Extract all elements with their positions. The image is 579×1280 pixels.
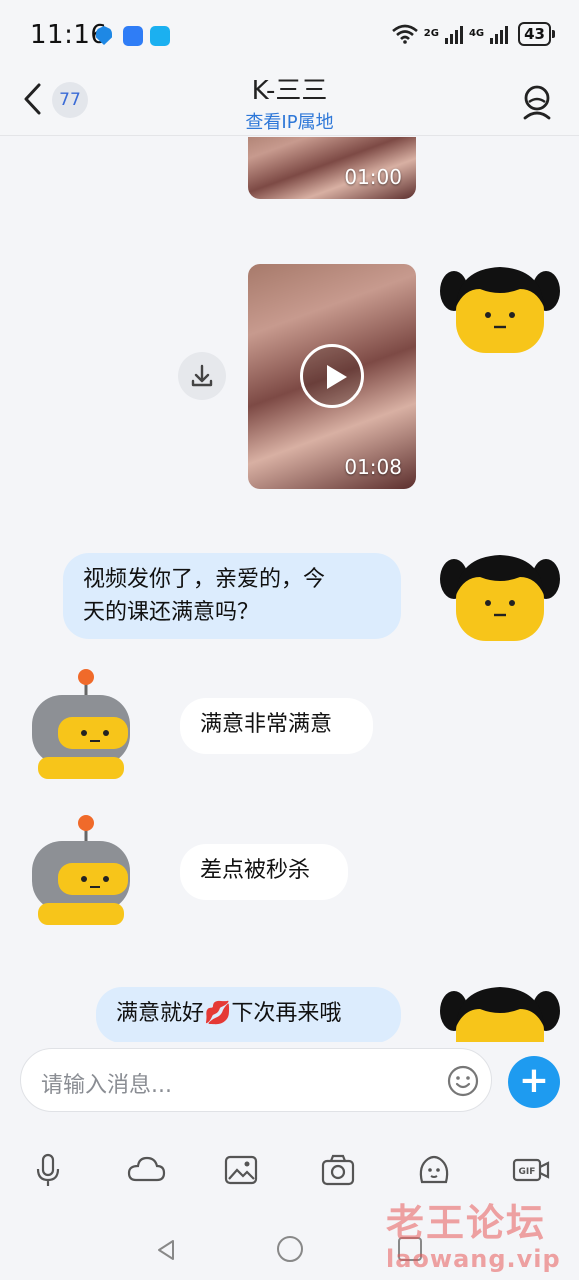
status-indicators: 2G 4G 43: [391, 22, 555, 46]
gif-label: GIF: [519, 1167, 536, 1177]
my-message-bubble[interactable]: 视频发你了，亲爱的，今 天的课还满意吗？: [63, 553, 401, 639]
kiss-emoji-icon: 💋: [204, 1001, 232, 1026]
upload-app-icon: [123, 26, 143, 46]
message-text: 差点被秒杀: [200, 858, 311, 883]
video-message[interactable]: 01:00: [248, 137, 416, 199]
watermark-url: laowang.vip: [386, 1245, 561, 1273]
view-ip-location-link[interactable]: 查看IP属地: [0, 108, 579, 134]
video-duration: 01:00: [344, 165, 402, 189]
status-time: 11:16: [30, 20, 108, 50]
download-button[interactable]: [178, 352, 226, 400]
watermark-title: 老王论坛: [386, 1201, 547, 1245]
battery-level: 43: [518, 22, 555, 46]
network-type-1: 2G: [423, 28, 439, 39]
message-text: 满意就好: [116, 1001, 205, 1026]
message-text: 视频发你了，亲爱的，今: [83, 567, 326, 592]
play-icon[interactable]: [300, 344, 364, 408]
message-input[interactable]: 请输入消息...: [20, 1048, 492, 1112]
message-text: 天的课还满意吗？: [83, 600, 260, 625]
wifi-icon: [391, 24, 418, 44]
signal-bars-1-icon: [444, 24, 463, 44]
message-list[interactable]: 01:00 01:08 视频发你了，亲爱的，今 天的课还满意吗？ 满意非常满意 …: [0, 137, 579, 1042]
profile-icon[interactable]: [521, 82, 553, 120]
microphone-icon[interactable]: [30, 1152, 66, 1188]
message-text: 下次再来哦: [231, 1001, 342, 1026]
chat-header: 77 K-三三 查看IP属地: [0, 68, 579, 136]
contact-avatar[interactable]: [26, 667, 136, 782]
emoji-face-icon[interactable]: [447, 1065, 479, 1097]
add-button[interactable]: +: [508, 1056, 560, 1108]
contact-name: K-三三: [251, 76, 328, 106]
my-avatar[interactable]: [440, 979, 560, 1042]
camera-icon[interactable]: [320, 1152, 356, 1188]
contact-message-bubble[interactable]: 满意非常满意: [180, 698, 373, 754]
nav-home-icon[interactable]: [277, 1236, 303, 1262]
image-icon[interactable]: [223, 1152, 259, 1188]
message-text: 满意非常满意: [200, 712, 333, 737]
video-duration: 01:08: [344, 455, 402, 479]
contact-message-bubble[interactable]: 差点被秒杀: [180, 844, 348, 900]
contact-avatar[interactable]: [26, 813, 136, 928]
input-bar: 请输入消息... +: [0, 1042, 579, 1132]
cloud-icon[interactable]: [126, 1152, 166, 1188]
gif-icon[interactable]: GIF: [512, 1152, 550, 1188]
my-avatar[interactable]: [440, 547, 560, 647]
message-input-placeholder: 请输入消息...: [41, 1073, 172, 1098]
watermark: 老王论坛 laowang.vip: [386, 1192, 561, 1273]
my-avatar[interactable]: [440, 259, 560, 359]
download-icon: [191, 364, 213, 387]
status-bar: 11:16 2G 4G 43: [0, 0, 579, 68]
video-message[interactable]: 01:08: [248, 264, 416, 489]
nav-back-icon[interactable]: [155, 1238, 177, 1262]
emoji-icon[interactable]: [416, 1152, 452, 1188]
network-type-2: 4G: [468, 28, 485, 39]
search-app-icon: [150, 26, 170, 46]
my-message-bubble[interactable]: 满意就好💋下次再来哦: [96, 987, 401, 1042]
signal-bars-2-icon: [490, 24, 509, 44]
